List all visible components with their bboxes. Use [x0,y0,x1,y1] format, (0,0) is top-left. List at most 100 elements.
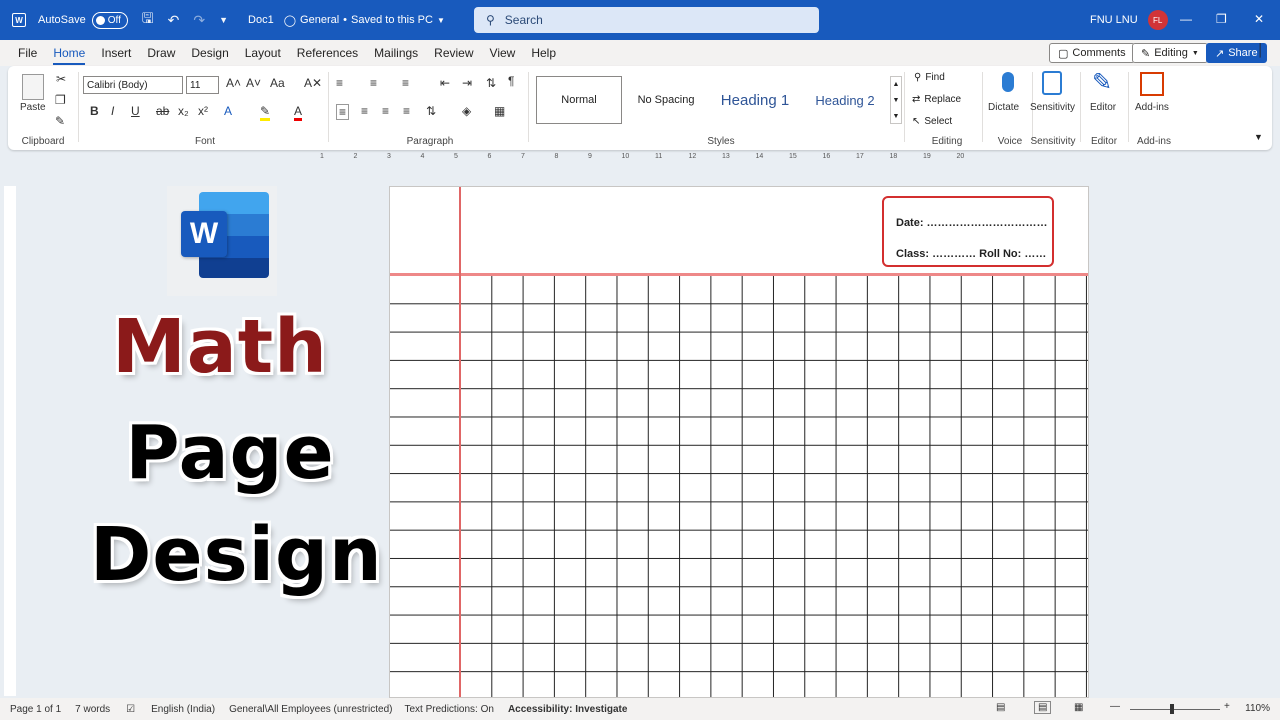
undo-icon[interactable]: ↶ [168,12,180,29]
shrink-font-icon[interactable]: A˅ [246,76,261,90]
style-heading-2[interactable]: Heading 2 [802,76,888,124]
customize-qat-icon[interactable]: ▼ [219,15,228,25]
borders-icon[interactable]: ▦ [494,104,505,118]
replace-button[interactable]: ⇄ Replace [912,94,961,105]
tab-design[interactable]: Design [183,40,236,66]
search-box[interactable]: ⚲ Search [474,7,819,33]
find-button[interactable]: ⚲ Find [914,72,945,83]
tab-review[interactable]: Review [426,40,481,66]
justify-icon[interactable]: ≡ [403,104,410,118]
editor-label[interactable]: Editor [1090,102,1116,113]
paste-label[interactable]: Paste [20,102,46,113]
style-normal[interactable]: Normal [536,76,622,124]
editor-pen-icon[interactable]: ✎ [1092,68,1112,97]
style-heading-1[interactable]: Heading 1 [712,76,798,124]
tab-view[interactable]: View [482,40,524,66]
tab-help[interactable]: Help [523,40,564,66]
web-layout-icon[interactable]: ▦ [1074,702,1083,713]
sort-icon[interactable]: ⇅ [486,76,496,90]
subscript-icon[interactable]: x₂ [178,104,189,118]
zoom-level[interactable]: 110% [1245,703,1270,714]
grow-font-icon[interactable]: A˄ [226,76,241,90]
minimize-icon[interactable]: — [1180,12,1192,26]
redo-icon[interactable]: ↷ [193,12,205,29]
font-name-select[interactable]: Calibri (Body) [83,76,183,94]
copy-icon[interactable]: ❐ [55,93,66,107]
zoom-slider[interactable] [1130,709,1220,710]
text-predictions[interactable]: Text Predictions: On [404,704,493,715]
shading-icon[interactable]: ◈ [462,104,471,118]
close-icon[interactable]: ✕ [1254,12,1264,26]
sensitivity-label[interactable]: Sensitivity [1030,102,1075,113]
restore-icon[interactable]: ❐ [1216,12,1227,26]
style-no-spacing[interactable]: No Spacing [624,76,708,124]
pencil-icon: ✎ [1141,47,1151,60]
select-button[interactable]: ↖ Select [912,116,952,127]
tab-references[interactable]: References [289,40,366,66]
dictate-label[interactable]: Dictate [988,102,1019,113]
tab-draw[interactable]: Draw [139,40,183,66]
multilevel-list-icon[interactable]: ≡ [402,76,409,90]
font-size-select[interactable]: 11 [186,76,219,94]
page-count[interactable]: Page 1 of 1 [10,704,61,715]
document-title[interactable]: Doc1 ◯ General • Saved to this PC ▼ [248,14,445,27]
focus-mode-icon[interactable]: ▤ [996,702,1005,713]
tab-insert[interactable]: Insert [93,40,139,66]
tab-home[interactable]: Home [45,40,93,66]
chevron-down-icon: ▼ [1191,49,1199,57]
line-spacing-icon[interactable]: ⇅ [426,104,436,118]
zoom-in-icon[interactable]: + [1224,701,1230,712]
paste-icon[interactable] [22,74,44,100]
bold-icon[interactable]: B [90,104,99,118]
change-case-icon[interactable]: Aa [270,76,285,90]
sensitivity-group: Sensitivity Sensitivity [1028,66,1078,150]
text-effects-icon[interactable]: A [224,104,232,118]
strikethrough-icon[interactable]: ab [156,104,169,118]
editing-mode-button[interactable]: ✎ Editing ▼ [1132,43,1208,63]
proofing-icon[interactable]: ☑ [126,704,135,715]
tab-file[interactable]: File [10,40,45,66]
document-page[interactable]: Date: …………………………… Class: ………… Roll No: …… [389,186,1089,698]
font-color-icon[interactable]: A [294,104,303,121]
show-formatting-icon[interactable]: ¶ [508,74,514,88]
italic-icon[interactable]: I [111,104,114,118]
decrease-indent-icon[interactable]: ⇤ [440,76,450,90]
align-right-icon[interactable]: ≡ [382,104,389,118]
language[interactable]: English (India) [151,704,215,715]
accessibility-status[interactable]: Accessibility: Investigate [508,704,628,715]
scroll-right-icon[interactable]: │ [1257,43,1265,57]
sensitivity-status[interactable]: General\All Employees (unrestricted) [229,704,392,715]
addins-label[interactable]: Add-ins [1135,102,1169,113]
save-icon[interactable]: 🖫 [142,8,154,32]
student-info-box[interactable]: Date: …………………………… Class: ………… Roll No: …… [882,196,1054,267]
vertical-ruler[interactable] [4,186,16,696]
increase-indent-icon[interactable]: ⇥ [462,76,472,90]
print-layout-icon[interactable]: ▤ [1034,701,1052,714]
user-account[interactable]: FNU LNU FL [1090,10,1168,30]
cut-icon[interactable]: ✂ [56,72,66,86]
tab-mailings[interactable]: Mailings [366,40,426,66]
bullets-icon[interactable]: ≡ [336,76,343,90]
addins-icon[interactable] [1140,72,1164,96]
divider [78,72,79,142]
align-center-icon[interactable]: ≡ [361,104,368,118]
styles-scroll[interactable]: ▲ ▼ ▼ [890,76,902,124]
highlight-icon[interactable]: ✎ [260,104,271,121]
comments-button[interactable]: ▢ Comments [1049,43,1135,63]
clear-formatting-icon[interactable]: A✕ [304,76,322,90]
zoom-out-icon[interactable]: — [1110,701,1120,712]
tab-layout[interactable]: Layout [237,40,289,66]
ruler-tick-label: 18 [889,153,898,160]
format-painter-icon[interactable]: ✎ [55,114,65,128]
zoom-slider-knob[interactable] [1170,704,1174,714]
microphone-icon[interactable] [1002,72,1014,92]
word-count[interactable]: 7 words [75,704,110,715]
sensitivity-icon[interactable] [1042,71,1062,95]
numbering-icon[interactable]: ≡ [370,76,377,90]
collapse-ribbon-icon[interactable]: ▼ [1254,132,1263,142]
align-left-icon[interactable]: ≡ [336,104,350,120]
underline-icon[interactable]: U [131,104,140,118]
horizontal-ruler[interactable]: 1 2 3 4 5 6 7 8 9 10 11 12 13 14 15 16 17 18 19 20 [290,153,980,165]
superscript-icon[interactable]: x² [198,104,208,118]
autosave-toggle[interactable]: Off [91,11,128,29]
